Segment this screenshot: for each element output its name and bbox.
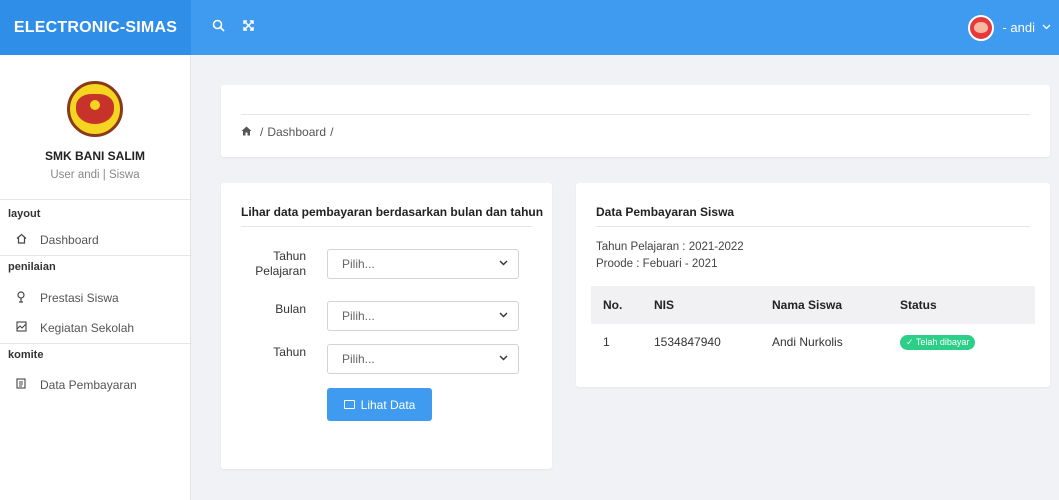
tahun-select[interactable]: Pilih... (327, 344, 519, 374)
lihat-data-button[interactable]: Lihat Data (327, 388, 432, 421)
sidebar-item-dashboard[interactable]: Dashboard (0, 225, 190, 255)
select-value: Pilih... (342, 257, 375, 271)
table-header: No. NIS Nama Siswa Status (591, 286, 1035, 324)
cell-nama: Andi Nurkolis (772, 335, 843, 349)
avatar[interactable] (968, 14, 995, 41)
user-menu[interactable]: - andi (968, 14, 1051, 41)
tahun-pelajaran-info: Tahun Pelajaran : 2021-2022 (596, 241, 744, 253)
user-role: User andi | Siswa (50, 169, 140, 181)
sidebar: SMK BANI SALIM User andi | Siswa layout … (0, 55, 191, 500)
table-row: 1 1534847940 Andi Nurkolis ✓ Telah dibay… (591, 324, 1035, 360)
breadcrumb: / Dashboard / (241, 125, 333, 139)
sidebar-item-label: Data Pembayaran (40, 378, 137, 392)
field-label-bulan: Bulan (275, 302, 306, 316)
payment-table: No. NIS Nama Siswa Status 1 1534847940 A… (591, 286, 1035, 360)
image-icon (14, 321, 28, 335)
sidebar-item-label: Dashboard (40, 233, 99, 247)
field-label-tahun: Tahun (273, 345, 306, 359)
breadcrumb-separator: / (330, 125, 334, 139)
breadcrumb-separator: / (260, 125, 264, 139)
cell-nis: 1534847940 (654, 335, 721, 349)
window-icon (343, 400, 355, 409)
cell-no: 1 (603, 335, 610, 349)
button-label: Lihat Data (360, 397, 416, 412)
document-icon (14, 378, 28, 392)
sidebar-item-kegiatan[interactable]: Kegiatan Sekolah (0, 313, 190, 343)
sidebar-item-prestasi[interactable]: Prestasi Siswa (0, 283, 190, 313)
tahun-pelajaran-select[interactable]: Pilih... (327, 249, 519, 279)
user-name: - andi (1002, 20, 1035, 35)
top-navbar: ELECTRONIC-SIMAS - andi (0, 0, 1059, 55)
app-title[interactable]: ELECTRONIC-SIMAS (0, 0, 191, 55)
sidebar-profile: SMK BANI SALIM User andi | Siswa (0, 55, 190, 200)
sidebar-item-label: Prestasi Siswa (40, 291, 119, 305)
chevron-down-icon (499, 310, 508, 321)
trophy-icon (14, 290, 28, 306)
filter-form-title: Lihar data pembayaran berdasarkan bulan … (241, 205, 544, 219)
select-value: Pilih... (342, 352, 375, 366)
column-header: Status (900, 298, 937, 312)
chevron-down-icon (1042, 22, 1051, 33)
sidebar-item-label: Kegiatan Sekolah (40, 321, 135, 335)
field-label-tahun-pelajaran: Tahun Pelajaran (255, 249, 306, 278)
column-header: NIS (654, 298, 675, 312)
payment-data-card: Data Pembayaran Siswa Tahun Pelajaran : … (576, 183, 1050, 387)
breadcrumb-dashboard[interactable]: Dashboard (267, 125, 326, 139)
expand-icon[interactable] (233, 19, 263, 36)
chevron-down-icon (499, 258, 508, 269)
payment-card-title: Data Pembayaran Siswa (596, 205, 735, 219)
status-badge: ✓ Telah dibayar (900, 335, 976, 350)
column-header: Nama Siswa (772, 298, 843, 312)
section-penilaian: penilaian (8, 261, 56, 273)
school-name: SMK BANI SALIM (45, 149, 145, 163)
column-header: No. (603, 298, 623, 312)
section-komite: komite (8, 349, 44, 361)
select-value: Pilih... (342, 309, 375, 323)
filter-form-card: Lihar data pembayaran berdasarkan bulan … (221, 183, 552, 469)
school-logo (67, 81, 123, 137)
periode-info: Proode : Febuari - 2021 (596, 258, 718, 270)
home-icon[interactable] (241, 126, 252, 139)
search-icon[interactable] (203, 19, 233, 36)
chevron-down-icon (499, 353, 508, 364)
home-icon (14, 233, 28, 247)
breadcrumb-card: / Dashboard / (221, 85, 1050, 157)
section-layout: layout (8, 208, 41, 220)
bulan-select[interactable]: Pilih... (327, 301, 519, 331)
sidebar-item-pembayaran[interactable]: Data Pembayaran (0, 370, 190, 400)
